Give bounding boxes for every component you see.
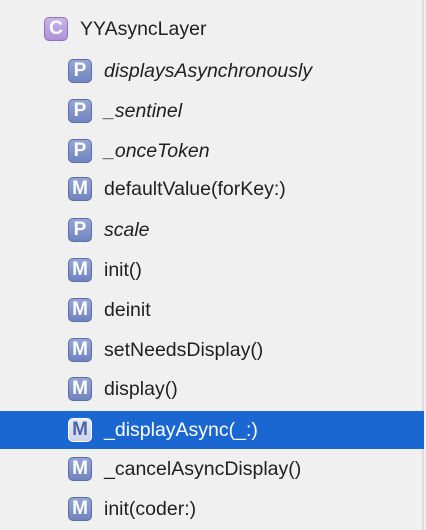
- tree-row-label: _cancelAsyncDisplay(): [104, 457, 302, 480]
- tree-row-deinit[interactable]: M deinit: [0, 292, 424, 328]
- tree-row-label: setNeedsDisplay(): [104, 338, 264, 361]
- tree-row-scale[interactable]: P scale: [0, 212, 424, 248]
- tree-row-displayasync[interactable]: M _displayAsync(_:): [0, 411, 424, 449]
- tree-row-label: _displayAsync(_:): [104, 418, 258, 441]
- tree-row-label: init(): [104, 258, 142, 281]
- property-icon: P: [68, 59, 92, 83]
- tree-row-label: defaultValue(forKey:): [104, 177, 286, 200]
- property-icon: P: [68, 218, 92, 242]
- tree-row-label: _onceToken: [104, 139, 210, 162]
- method-icon: M: [68, 418, 92, 442]
- tree-row-label: display(): [104, 377, 178, 400]
- tree-row-sentinel[interactable]: P _sentinel: [0, 93, 424, 129]
- tree-row-oncetoken[interactable]: P _onceToken: [0, 133, 424, 169]
- tree-row-label: displaysAsynchronously: [104, 59, 313, 82]
- tree-row-label: YYAsyncLayer: [80, 17, 207, 40]
- method-icon: M: [68, 298, 92, 322]
- tree-row-yyasynclayer[interactable]: C YYAsyncLayer: [0, 11, 424, 47]
- tree-row-label: scale: [104, 218, 150, 241]
- tree-row-label: init(coder:): [104, 497, 197, 520]
- tree-row-init-coder[interactable]: M init(coder:): [0, 491, 424, 527]
- method-icon: M: [68, 258, 92, 282]
- property-icon: P: [68, 139, 92, 163]
- tree-row-defaultvalue[interactable]: M defaultValue(forKey:): [0, 171, 424, 207]
- tree-row-init[interactable]: M init(): [0, 252, 424, 288]
- method-icon: M: [68, 338, 92, 362]
- tree-row-label: _sentinel: [104, 99, 183, 122]
- property-icon: P: [68, 99, 92, 123]
- class-icon: C: [44, 17, 68, 41]
- tree-row-setneedsdisplay[interactable]: M setNeedsDisplay(): [0, 332, 424, 368]
- method-icon: M: [68, 377, 92, 401]
- method-icon: M: [68, 497, 92, 521]
- tree-row-display[interactable]: M display(): [0, 371, 424, 407]
- tree-row-cancelasyncdisplay[interactable]: M _cancelAsyncDisplay(): [0, 451, 424, 487]
- symbol-navigator: C YYAsyncLayer P displaysAsynchronously …: [0, 0, 424, 530]
- method-icon: M: [68, 457, 92, 481]
- tree-row-displaysasynchronously[interactable]: P displaysAsynchronously: [0, 53, 424, 89]
- method-icon: M: [68, 177, 92, 201]
- tree-row-label: deinit: [104, 298, 151, 321]
